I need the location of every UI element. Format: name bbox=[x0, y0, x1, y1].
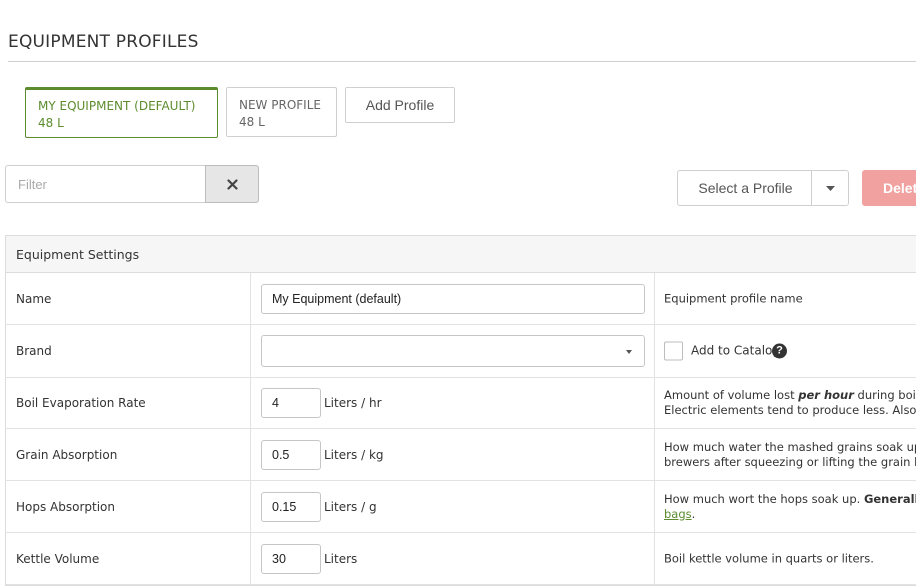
description-link[interactable]: bags bbox=[664, 507, 692, 521]
description-line: brewers after squeezing or lifting the g… bbox=[664, 455, 916, 470]
profile-volume: 48 L bbox=[38, 116, 64, 130]
unit-label: Liters / hr bbox=[324, 396, 382, 410]
caret-down-icon bbox=[626, 350, 632, 354]
hops-absorption-input[interactable] bbox=[261, 491, 321, 522]
settings-row-grain-absorption: Grain Absorption Liters / kg How much wa… bbox=[6, 429, 916, 481]
settings-header: Equipment Settings bbox=[6, 236, 916, 273]
settings-row-boil-evaporation: Boil Evaporation Rate Liters / hr Amount… bbox=[6, 378, 916, 429]
description-line: Electric elements tend to produce less. … bbox=[664, 403, 916, 418]
row-label: Name bbox=[16, 291, 52, 306]
unit-label: Liters bbox=[324, 551, 358, 566]
close-icon bbox=[226, 178, 238, 190]
equipment-settings-table: Equipment Settings Name Equipment profil… bbox=[5, 235, 916, 586]
row-description: How much wort the hops soak up. Generall… bbox=[664, 492, 916, 522]
settings-row-brand: Brand Add to Catalog ? bbox=[6, 325, 916, 378]
delete-button[interactable]: Delete bbox=[862, 170, 916, 206]
profile-name: NEW PROFILE bbox=[239, 98, 321, 112]
help-icon[interactable]: ? bbox=[772, 343, 787, 359]
row-description: Equipment profile name bbox=[664, 291, 803, 305]
description-text: Amount of volume lost bbox=[664, 388, 799, 402]
description-text: How much wort the hops soak up. bbox=[664, 491, 864, 506]
chevron-down-icon bbox=[811, 171, 848, 205]
row-label: Grain Absorption bbox=[16, 447, 118, 462]
description-line: bags. bbox=[664, 507, 916, 522]
settings-row-name: Name Equipment profile name bbox=[6, 273, 916, 325]
filter-input[interactable] bbox=[5, 165, 206, 203]
description-line: Amount of volume lost per hour during bo… bbox=[664, 388, 916, 403]
settings-row-hops-absorption: Hops Absorption Liters / g How much wort… bbox=[6, 481, 916, 533]
row-label: Boil Evaporation Rate bbox=[16, 396, 146, 410]
description-text: brewers after squeezing or lifting the g… bbox=[664, 454, 916, 469]
description-text: per hour bbox=[798, 388, 854, 402]
grain-absorption-input[interactable] bbox=[261, 439, 321, 470]
page-title: EQUIPMENT PROFILES bbox=[8, 32, 199, 52]
boil-evaporation-input[interactable] bbox=[261, 388, 321, 418]
kettle-volume-input[interactable] bbox=[261, 543, 321, 574]
name-input[interactable] bbox=[261, 283, 645, 314]
row-label: Kettle Volume bbox=[16, 551, 100, 566]
add-to-catalog-checkbox[interactable] bbox=[664, 341, 683, 361]
row-description: Boil kettle volume in quarts or liters. bbox=[664, 551, 874, 565]
add-to-catalog-label: Add to Catalog bbox=[691, 343, 780, 358]
description-text: Electric elements tend to produce less. … bbox=[664, 403, 916, 417]
clear-filter-button[interactable] bbox=[205, 165, 259, 203]
select-profile-label: Select a Profile bbox=[698, 180, 793, 196]
title-divider bbox=[8, 61, 916, 62]
unit-label: Liters / kg bbox=[324, 447, 384, 462]
description-line: How much wort the hops soak up. Generall… bbox=[664, 492, 916, 507]
profile-card-new-profile[interactable]: NEW PROFILE 48 L bbox=[226, 87, 337, 137]
brand-select[interactable] bbox=[261, 335, 645, 367]
settings-row-kettle-volume: Kettle Volume Liters Boil kettle volume … bbox=[6, 533, 916, 585]
profile-volume: 48 L bbox=[239, 115, 265, 129]
profile-card-my-equipment[interactable]: MY EQUIPMENT (DEFAULT) 48 L bbox=[25, 87, 218, 138]
row-label: Brand bbox=[16, 344, 52, 358]
row-description: How much water the mashed grains soak up… bbox=[664, 440, 916, 470]
add-profile-button[interactable]: Add Profile bbox=[345, 87, 455, 123]
description-line: How much water the mashed grains soak up… bbox=[664, 440, 916, 455]
description-text: How much water the mashed grains soak up… bbox=[664, 439, 916, 454]
row-label: Hops Absorption bbox=[16, 499, 116, 514]
select-profile-dropdown[interactable]: Select a Profile bbox=[677, 170, 849, 206]
row-description: Amount of volume lost per hour during bo… bbox=[664, 388, 916, 418]
unit-label: Liters / g bbox=[324, 499, 377, 514]
description-text: . bbox=[691, 506, 696, 521]
description-text: Generally bbox=[863, 491, 916, 506]
description-text: during boil in bbox=[857, 388, 916, 402]
profile-name: MY EQUIPMENT (DEFAULT) bbox=[38, 99, 196, 113]
